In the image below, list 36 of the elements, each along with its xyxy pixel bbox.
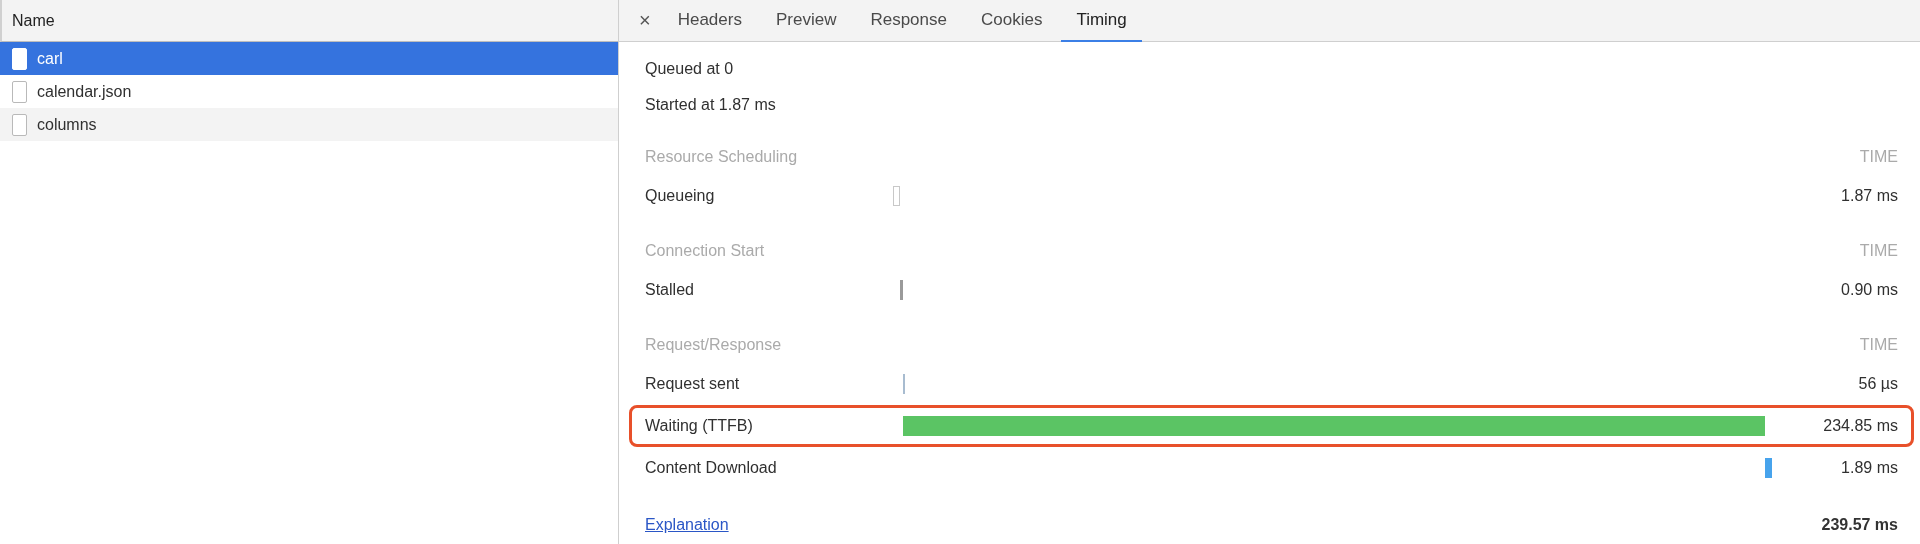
- explanation-link[interactable]: Explanation: [645, 516, 729, 534]
- name-column-header[interactable]: Name: [0, 0, 618, 42]
- time-header: TIME: [1859, 242, 1898, 260]
- tab[interactable]: Response: [855, 0, 962, 42]
- queued-text: Queued at 0: [645, 60, 734, 78]
- request-row[interactable]: columns: [0, 108, 618, 141]
- duration-value: 234.85 ms: [1822, 417, 1898, 435]
- tab[interactable]: Headers: [662, 0, 757, 42]
- document-icon: [12, 113, 27, 136]
- tab[interactable]: Timing: [1061, 0, 1142, 42]
- duration-value: 1.87 ms: [1840, 187, 1898, 205]
- request-name: carl: [37, 49, 63, 68]
- started-text: Started at 1.87 ms: [645, 96, 776, 114]
- section-title: Resource Scheduling: [645, 148, 798, 166]
- document-icon: [12, 80, 27, 103]
- duration-value: 1.89 ms: [1840, 459, 1898, 477]
- duration-value: 0.90 ms: [1840, 281, 1898, 299]
- request-row[interactable]: calendar.json: [0, 75, 618, 108]
- tab[interactable]: Cookies: [966, 0, 1058, 42]
- phase-label: Content Download: [645, 459, 778, 477]
- time-header: TIME: [1859, 336, 1898, 354]
- phase-label: Waiting (TTFB): [645, 417, 754, 435]
- section-title: Connection Start: [645, 242, 765, 260]
- document-icon: [12, 47, 27, 70]
- request-name: columns: [37, 115, 97, 134]
- time-header: TIME: [1859, 148, 1898, 166]
- close-button[interactable]: ×: [629, 0, 661, 41]
- phase-label: Queueing: [645, 187, 716, 205]
- request-row[interactable]: carl: [0, 42, 618, 75]
- phase-label: Stalled: [645, 281, 695, 299]
- tab[interactable]: Preview: [760, 0, 852, 42]
- duration-value: 56 µs: [1857, 375, 1898, 393]
- phase-label: Request sent: [645, 375, 741, 393]
- total-duration: 239.57 ms: [1821, 516, 1898, 534]
- request-name: calendar.json: [37, 82, 132, 101]
- section-title: Request/Response: [645, 336, 782, 354]
